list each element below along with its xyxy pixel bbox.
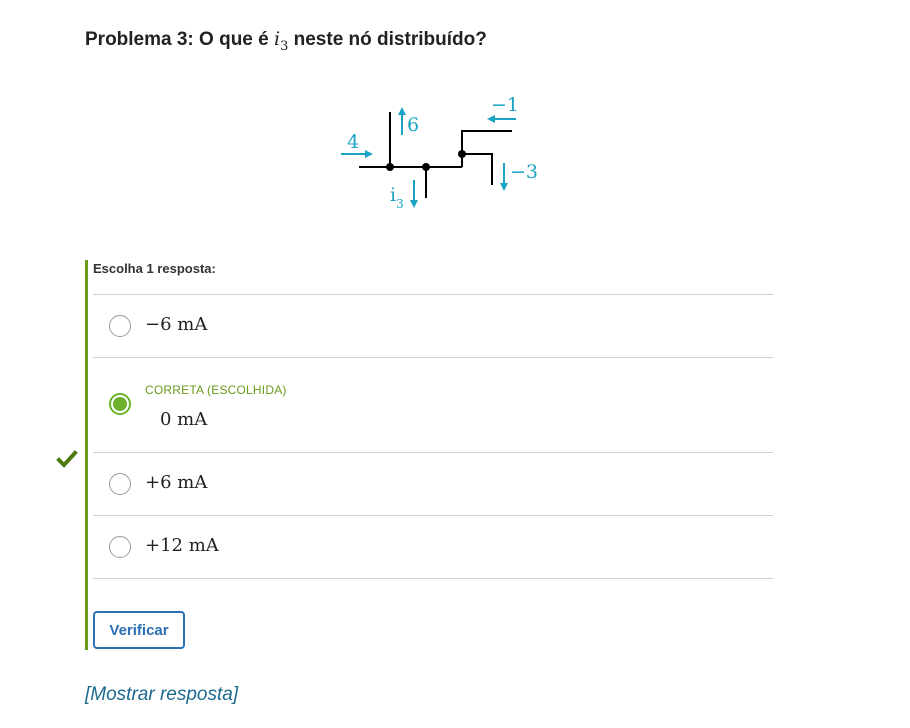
- checkmark-icon: [56, 450, 78, 468]
- problem-title-prefix: Problema 3: O que é: [85, 29, 274, 50]
- label-up: 6: [407, 114, 419, 136]
- label-i3-sub: 3: [396, 197, 404, 211]
- correct-status-label: CORRETA (ESCOLHIDA): [145, 383, 287, 397]
- answer-option[interactable]: +6 mA: [93, 453, 773, 515]
- radio-button-selected[interactable]: [109, 393, 131, 415]
- label-top-right: −1: [491, 94, 519, 116]
- answer-option[interactable]: +12 mA: [93, 516, 773, 578]
- circuit-node-diagram: 4 6 −1 −3 i3: [341, 94, 538, 211]
- show-answer-link[interactable]: [Mostrar resposta]: [85, 684, 238, 706]
- problem-title-suffix: neste nó distribuído?: [288, 29, 487, 50]
- problem-title: Problema 3: O que é i3 neste nó distribu…: [85, 28, 487, 54]
- option-text: 0 mA: [160, 409, 208, 430]
- option-text: +12 mA: [145, 535, 219, 556]
- radio-button[interactable]: [109, 473, 131, 495]
- answer-prompt: Escolha 1 resposta:: [93, 261, 216, 276]
- radio-button[interactable]: [109, 536, 131, 558]
- label-in-left: 4: [347, 131, 359, 153]
- label-i3: i3: [390, 184, 404, 211]
- option-text: −6 mA: [145, 314, 208, 335]
- node-dot: [422, 163, 430, 171]
- node-dot: [386, 163, 394, 171]
- option-text: +6 mA: [145, 472, 208, 493]
- right-lower-wire: [461, 153, 493, 185]
- radio-button[interactable]: [109, 315, 131, 337]
- verify-button[interactable]: Verificar: [93, 611, 185, 649]
- answer-option[interactable]: −6 mA: [93, 295, 773, 357]
- answer-option-selected[interactable]: CORRETA (ESCOLHIDA) 0 mA: [93, 358, 773, 452]
- right-upper-wire: [461, 130, 512, 154]
- problem-title-math: i3: [274, 28, 288, 54]
- divider: [93, 578, 773, 579]
- wires: [359, 112, 512, 198]
- label-down-right: −3: [510, 161, 538, 183]
- node-dot: [458, 150, 466, 158]
